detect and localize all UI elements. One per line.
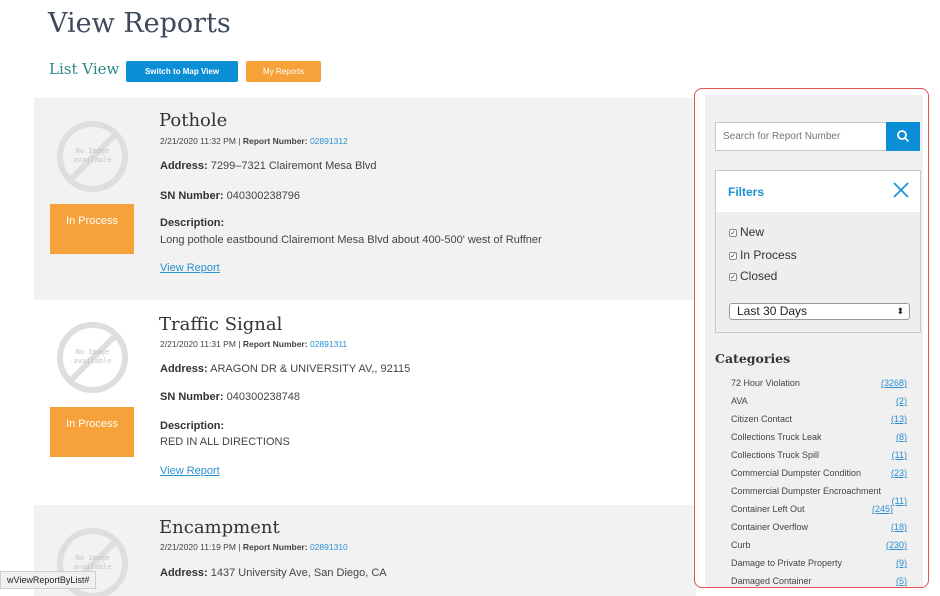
checkbox-check-icon: ✓ — [729, 273, 737, 281]
description-text: Long pothole eastbound Clairemont Mesa B… — [160, 234, 542, 246]
address-label: Address: — [160, 363, 208, 375]
categories-title: Categories — [715, 351, 791, 366]
report-sn-number: SN Number: 040300238796 — [160, 190, 300, 202]
no-image-placeholder: No Image available — [57, 322, 128, 393]
category-count[interactable]: (13) — [891, 413, 907, 425]
category-count[interactable]: (245) — [872, 503, 893, 515]
category-count[interactable]: (11) — [892, 449, 907, 461]
date-range-select[interactable]: Last 30 Days ⬍ — [729, 303, 910, 320]
category-item[interactable]: Citizen Contact (13) — [731, 413, 907, 431]
category-count[interactable]: (9) — [896, 557, 907, 569]
browser-status-bar-url: wViewReportByList# — [0, 571, 97, 589]
category-count[interactable]: (5) — [896, 575, 907, 587]
category-item[interactable]: Collections Truck Leak (8) — [731, 431, 907, 449]
report-address: Address: ARAGON DR & UNIVERSITY AV,, 921… — [160, 363, 410, 375]
category-item[interactable]: 72 Hour Violation (3268) — [731, 377, 907, 395]
report-number[interactable]: 02891311 — [310, 339, 347, 349]
sidebar-panel: Filters ✓New ✓In Process ✓Closed Last 30… — [705, 95, 923, 587]
report-meta: 2/21/2020 11:31 PM | Report Number: 0289… — [160, 339, 348, 349]
report-meta: 2/21/2020 11:32 PM | Report Number: 0289… — [160, 136, 348, 146]
description-text: RED IN ALL DIRECTIONS — [160, 436, 290, 448]
filters-title: Filters — [728, 185, 765, 199]
address-label: Address: — [160, 160, 208, 172]
category-item[interactable]: Collections Truck Spill (11) — [731, 449, 907, 467]
sn-label: SN Number: — [160, 391, 224, 403]
no-image-placeholder: No Image available — [57, 121, 128, 192]
report-title: Encampment — [159, 517, 280, 538]
report-number-label: Report Number: — [242, 542, 308, 552]
placeholder-text: No Image available — [73, 554, 112, 571]
switch-to-map-view-button[interactable]: Switch to Map View — [126, 61, 238, 82]
filters-header: Filters — [716, 171, 920, 212]
category-item[interactable]: Commercial Dumpster Encroachment (11) — [731, 485, 907, 506]
report-card: No Image available In Process Pothole 2/… — [34, 98, 696, 300]
category-item[interactable]: Damaged Container (5) — [731, 575, 907, 587]
category-item[interactable]: Container Overflow (18) — [731, 521, 907, 539]
report-datetime: 2/21/2020 11:31 PM — [160, 339, 236, 349]
category-item[interactable]: Container Left Out (245) — [731, 503, 907, 521]
filter-in-process-checkbox[interactable]: ✓ In Process — [729, 248, 797, 262]
my-reports-button[interactable]: My Reports — [246, 61, 321, 82]
report-number[interactable]: 02891312 — [310, 136, 348, 146]
filter-new-checkbox[interactable]: ✓ New — [729, 225, 764, 239]
report-title: Traffic Signal — [159, 314, 283, 335]
category-count[interactable]: (230) — [886, 539, 907, 551]
category-count[interactable]: (3268) — [881, 377, 907, 389]
category-count[interactable]: (8) — [896, 431, 907, 443]
category-count[interactable]: (2) — [896, 395, 907, 407]
address-value: 7299–7321 Clairemont Mesa Blvd — [210, 160, 377, 172]
report-number-label: Report Number: — [242, 339, 308, 349]
report-card: No Image available Encampment 2/21/2020 … — [34, 505, 696, 596]
category-item[interactable]: Commercial Dumpster Condition (23) — [731, 467, 907, 485]
filter-sidebar: Filters ✓New ✓In Process ✓Closed Last 30… — [694, 88, 929, 588]
report-datetime: 2/21/2020 11:32 PM — [160, 136, 236, 146]
report-number-label: Report Number: — [242, 136, 308, 146]
address-value: ARAGON DR & UNIVERSITY AV,, 92115 — [210, 363, 411, 375]
description-label: Description: — [160, 420, 225, 432]
report-datetime: 2/21/2020 11:19 PM — [160, 542, 236, 552]
report-number-search-input[interactable] — [715, 122, 887, 151]
status-badge: In Process — [50, 204, 134, 254]
sn-value: 040300238796 — [226, 190, 301, 202]
report-address: Address: 1437 University Ave, San Diego,… — [160, 567, 387, 579]
report-meta: 2/21/2020 11:19 PM | Report Number: 0289… — [160, 542, 348, 552]
sn-label: SN Number: — [160, 190, 224, 202]
filter-closed-checkbox[interactable]: ✓ Closed — [729, 269, 777, 283]
close-icon[interactable] — [892, 181, 910, 199]
status-badge: In Process — [50, 407, 134, 457]
search-icon — [897, 130, 910, 143]
category-item[interactable]: Damage to Private Property (9) — [731, 557, 907, 575]
report-number[interactable]: 02891310 — [310, 542, 348, 552]
placeholder-text: No Image available — [73, 348, 112, 365]
filters-panel: Filters ✓ New ✓ In Process ✓ Closed Last 30… — [715, 170, 921, 333]
report-card: No Image available In Process Traffic Si… — [34, 300, 696, 502]
list-view-label: List View — [49, 60, 120, 78]
category-count[interactable]: (23) — [891, 467, 907, 479]
category-item[interactable]: Curb (230) — [731, 539, 907, 557]
report-title: Pothole — [159, 110, 228, 131]
address-label: Address: — [160, 567, 208, 579]
address-value: 1437 University Ave, San Diego, CA — [210, 567, 387, 579]
sn-value: 040300238748 — [226, 391, 301, 403]
page-title: View Reports — [48, 8, 231, 39]
placeholder-text: No Image available — [73, 147, 112, 164]
checkbox-check-icon: ✓ — [729, 229, 737, 237]
view-report-link[interactable]: View Report — [160, 262, 220, 274]
view-report-link[interactable]: View Report — [160, 465, 220, 477]
search-button[interactable] — [886, 122, 920, 151]
report-address: Address: 7299–7321 Clairemont Mesa Blvd — [160, 160, 376, 172]
checkbox-check-icon: ✓ — [729, 252, 737, 260]
description-label: Description: — [160, 217, 225, 229]
category-item[interactable]: AVA (2) — [731, 395, 907, 413]
date-range-value: Last 30 Days — [737, 304, 808, 318]
category-count[interactable]: (18) — [891, 521, 907, 533]
report-sn-number: SN Number: 040300238748 — [160, 391, 300, 403]
select-arrows-icon: ⬍ — [896, 306, 904, 316]
